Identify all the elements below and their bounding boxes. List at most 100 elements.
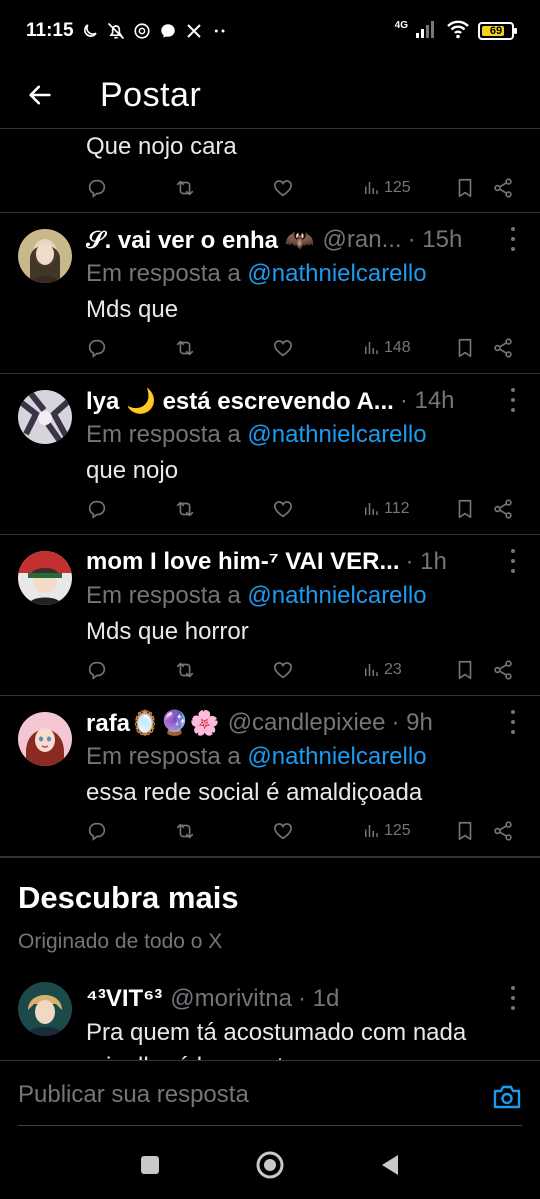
more-options-button[interactable]: [508, 986, 518, 1010]
repost-button[interactable]: [174, 655, 196, 685]
repost-button[interactable]: [174, 816, 196, 846]
tweet-time: · 1d: [297, 985, 340, 1012]
views-button[interactable]: 125: [362, 173, 411, 203]
tweet-text: que nojo: [86, 457, 179, 484]
page-title: Postar: [100, 75, 202, 114]
reply-button[interactable]: [86, 173, 108, 203]
repost-button[interactable]: [174, 173, 196, 203]
tweet-time: · 9h: [391, 709, 433, 736]
square-icon: [141, 1155, 159, 1174]
more-options-button[interactable]: [508, 549, 518, 573]
bookmark-button[interactable]: [454, 333, 476, 363]
tweet-actions: 112: [86, 494, 526, 524]
repost-button[interactable]: [174, 333, 196, 363]
reply-button[interactable]: [86, 333, 108, 363]
user-handle[interactable]: @candlepixiee: [228, 709, 386, 737]
repost-button[interactable]: [174, 494, 196, 524]
triangle-back-icon: [382, 1154, 398, 1175]
user-handle[interactable]: @ran...: [323, 226, 402, 254]
reply-tweet[interactable]: 𝒮. vai ver o enha 🦇 @ran... · 15h Em res…: [0, 213, 540, 374]
display-name[interactable]: ⁴³VIT⁶³: [86, 985, 162, 1013]
share-button[interactable]: [492, 173, 514, 203]
heart-icon: [273, 501, 293, 518]
reply-tweet[interactable]: mom I love him-⁷ VAI VER... · 1h Em resp…: [0, 535, 540, 696]
share-button[interactable]: [492, 494, 514, 524]
display-name[interactable]: mom I love him-⁷ VAI VER...: [86, 548, 400, 576]
reply-icon: [88, 179, 106, 198]
reply-input[interactable]: [18, 1081, 458, 1109]
reply-tweet[interactable]: lya 🌙 está escrevendo A... · 14h Em resp…: [0, 374, 540, 535]
tweet-time: · 15h: [407, 226, 463, 253]
like-button[interactable]: [272, 655, 294, 685]
bookmark-button[interactable]: [454, 655, 476, 685]
more-options-button[interactable]: [508, 227, 518, 251]
tweet-time: · 1h: [405, 548, 447, 575]
status-bar: 11:15 4G 69: [0, 0, 540, 62]
reply-context: Em resposta a @nathnielcarello: [86, 421, 427, 448]
avatar[interactable]: [18, 982, 72, 1036]
like-button[interactable]: [272, 494, 294, 524]
wifi-icon: [446, 19, 470, 44]
bookmark-button[interactable]: [454, 173, 476, 203]
views-button[interactable]: 148: [362, 333, 411, 363]
reply-tweet[interactable]: rafa🪞🔮🌸 @candlepixiee · 9h Em resposta a…: [0, 696, 540, 857]
bookmark-button[interactable]: [454, 816, 476, 846]
display-name[interactable]: rafa🪞🔮🌸: [86, 709, 220, 738]
share-icon: [494, 178, 512, 198]
heart-icon: [273, 662, 293, 679]
reply-composer: [0, 1060, 540, 1130]
reply-button[interactable]: [86, 494, 108, 524]
status-system-icons: 4G 69: [395, 19, 517, 44]
like-button[interactable]: [272, 173, 294, 203]
views-button[interactable]: 23: [362, 655, 402, 685]
reply-button[interactable]: [86, 816, 108, 846]
user-handle[interactable]: @morivitna: [170, 985, 292, 1013]
tweet-text: Mds que horror: [86, 618, 249, 645]
more-options-button[interactable]: [508, 710, 518, 734]
discover-tweet[interactable]: ⁴³VIT⁶³ @morivitna · 1d Pra quem tá acos…: [0, 972, 540, 1060]
mention-link[interactable]: @nathnielcarello: [247, 421, 426, 448]
avatar[interactable]: [18, 712, 72, 766]
avatar[interactable]: [18, 551, 72, 605]
mention-link[interactable]: @nathnielcarello: [247, 260, 426, 287]
avatar[interactable]: [18, 390, 72, 444]
tweet-text: essa rede social é amaldiçoada: [86, 779, 423, 806]
messenger-icon: [158, 21, 178, 41]
home-button[interactable]: [250, 1145, 290, 1185]
views-button[interactable]: 125: [362, 816, 411, 846]
share-button[interactable]: [492, 816, 514, 846]
camera-button[interactable]: [492, 1083, 522, 1111]
system-navigation-bar: [0, 1130, 540, 1199]
share-button[interactable]: [492, 333, 514, 363]
tweet-actions: 148: [86, 333, 526, 363]
back-button[interactable]: [0, 62, 80, 128]
views-icon: [365, 503, 378, 515]
mention-link[interactable]: @nathnielcarello: [247, 582, 426, 609]
views-icon: [365, 182, 378, 194]
display-name[interactable]: 𝒮. vai ver o enha 🦇: [86, 226, 315, 255]
more-options-button[interactable]: [508, 388, 518, 412]
battery-icon: 69: [478, 22, 517, 40]
tweet-actions: 23: [86, 655, 526, 685]
battery-level: 69: [489, 25, 503, 37]
mention-link[interactable]: @nathnielcarello: [247, 743, 426, 770]
bookmark-button[interactable]: [454, 494, 476, 524]
display-name[interactable]: lya 🌙 está escrevendo A...: [86, 387, 394, 416]
moon-icon: [80, 21, 100, 41]
share-button[interactable]: [492, 655, 514, 685]
reply-button[interactable]: [86, 655, 108, 685]
repost-icon: [176, 340, 194, 356]
tweet-actions: 125: [86, 816, 526, 846]
like-button[interactable]: [272, 816, 294, 846]
views-button[interactable]: 112: [362, 494, 410, 524]
repost-icon: [176, 180, 194, 196]
section-subtitle: Originado de todo o X: [18, 930, 223, 953]
reply-tweet-partial[interactable]: Que nojo cara 125: [0, 129, 540, 213]
like-button[interactable]: [272, 333, 294, 363]
signal-icon: [416, 20, 438, 43]
replies-feed[interactable]: Que nojo cara 125 𝒮. vai ver o enha 🦇 @r…: [0, 128, 540, 1060]
share-icon: [494, 660, 512, 680]
avatar[interactable]: [18, 229, 72, 283]
recents-button[interactable]: [130, 1145, 170, 1185]
back-nav-button[interactable]: [370, 1145, 410, 1185]
